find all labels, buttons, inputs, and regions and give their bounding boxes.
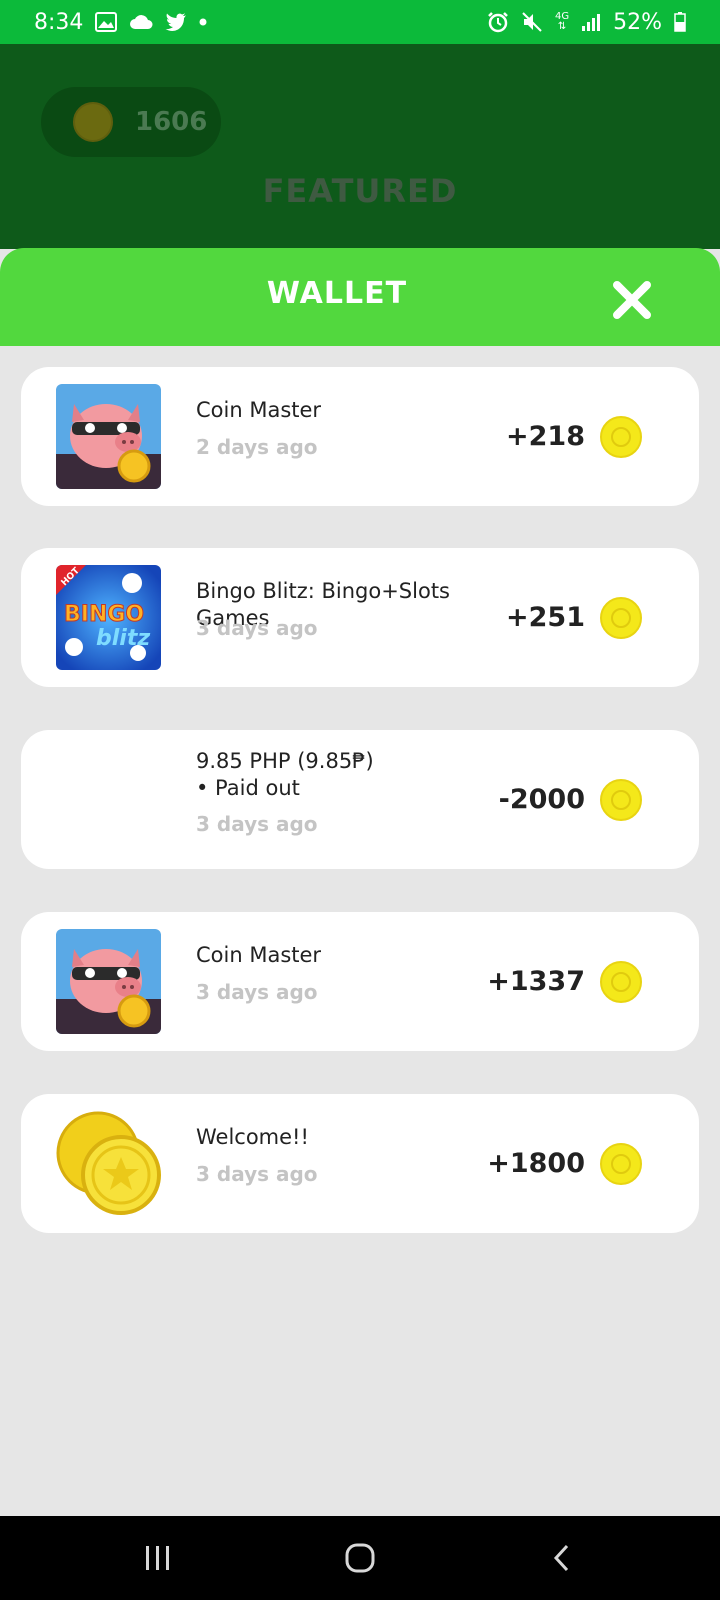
coin-icon — [600, 779, 642, 821]
item-time: 3 days ago — [196, 1162, 318, 1186]
coin-master-app-icon — [56, 384, 161, 489]
wallet-list-item[interactable]: Coin Master 2 days ago +218 — [21, 367, 699, 506]
home-button[interactable] — [330, 1538, 390, 1578]
coin-balance-pill: 1606 — [41, 87, 221, 157]
navigation-bar — [0, 1516, 720, 1600]
mute-icon — [521, 11, 543, 33]
close-icon — [613, 281, 651, 319]
item-title: Coin Master — [196, 943, 322, 967]
status-bar-right: 4G ⇅ 52% — [487, 10, 686, 35]
recent-apps-button[interactable] — [128, 1538, 188, 1578]
gallery-icon — [95, 12, 118, 32]
notification-dot-icon — [199, 18, 207, 26]
cloud-icon — [129, 14, 153, 30]
wallet-list: Coin Master 2 days ago +218 HOT BINGO bl… — [0, 346, 720, 1516]
signal-icon — [581, 13, 601, 31]
item-amount: +218 — [506, 421, 585, 452]
coin-icon — [600, 597, 642, 639]
item-time: 3 days ago — [196, 980, 318, 1004]
back-button[interactable] — [532, 1538, 592, 1578]
item-time: 2 days ago — [196, 435, 318, 459]
wallet-list-item[interactable]: HOT BINGO blitz Bingo Blitz: Bingo+Slots… — [21, 548, 699, 687]
close-button[interactable] — [604, 272, 660, 328]
item-title: Coin Master — [196, 398, 322, 422]
svg-text:BINGO: BINGO — [64, 602, 144, 627]
recent-apps-icon — [146, 1546, 169, 1570]
item-amount: +251 — [506, 602, 585, 633]
item-amount: -2000 — [498, 784, 585, 815]
item-subtitle: • Paid out — [196, 776, 300, 800]
wallet-header: WALLET — [0, 248, 720, 346]
bingo-blitz-app-icon: HOT BINGO blitz — [56, 565, 161, 670]
status-bar-left: 8:34 — [34, 10, 207, 35]
coin-icon — [73, 102, 113, 142]
network-4g-icon: 4G ⇅ — [554, 11, 570, 32]
battery-icon — [674, 12, 686, 32]
item-title: Welcome!! — [196, 1125, 309, 1149]
wallet-list-item[interactable]: Welcome!! 3 days ago +1800 — [21, 1094, 699, 1233]
status-bar: 8:34 4G ⇅ 52% — [0, 0, 720, 44]
wallet-title: WALLET — [266, 276, 408, 311]
coin-master-app-icon — [56, 929, 161, 1034]
home-icon — [345, 1543, 375, 1573]
item-time: 3 days ago — [196, 616, 318, 640]
status-time: 8:34 — [34, 9, 84, 35]
back-icon — [553, 1544, 569, 1572]
featured-title: FEATURED — [262, 172, 458, 210]
battery-percent: 52% — [613, 9, 662, 35]
item-amount: +1800 — [487, 1148, 585, 1179]
wallet-list-item[interactable]: Coin Master 3 days ago +1337 — [21, 912, 699, 1051]
alarm-icon — [487, 11, 509, 33]
background-screen: 1606 FEATURED — [0, 44, 720, 249]
item-amount: +1337 — [487, 966, 585, 997]
coin-icon — [600, 961, 642, 1003]
item-time: 3 days ago — [196, 812, 318, 836]
coin-balance: 1606 — [135, 107, 208, 137]
coin-icon — [600, 416, 642, 458]
gold-coins-icon — [56, 1111, 161, 1216]
item-title: 9.85 PHP (9.85₱) — [196, 749, 374, 773]
wallet-list-item[interactable]: 9.85 PHP (9.85₱) • Paid out 3 days ago -… — [21, 730, 699, 869]
coin-icon — [600, 1143, 642, 1185]
twitter-icon — [165, 13, 187, 31]
